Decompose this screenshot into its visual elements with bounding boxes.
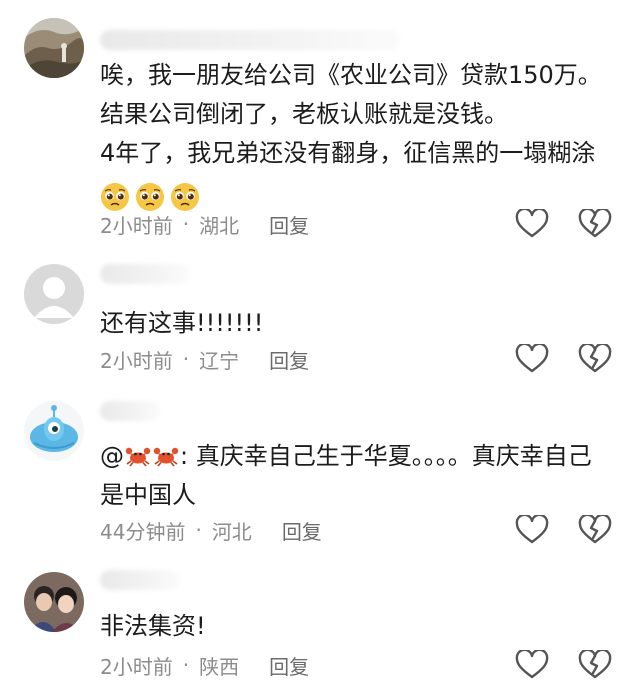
comment-line: 唉，我一朋友给公司《农业公司》贷款150万。 bbox=[100, 61, 602, 89]
comment-1: 唉，我一朋友给公司《农业公司》贷款150万。 结果公司倒闭了，老板认账就是没钱。… bbox=[0, 0, 640, 250]
comment-line: 还有这事!!!!!!! bbox=[100, 309, 264, 337]
username-blurred[interactable] bbox=[100, 30, 400, 50]
comment-line: 4年了，我兄弟还没有翻身，征信黑的一塌糊涂 bbox=[100, 139, 596, 167]
comment-text: 非法集资! bbox=[100, 607, 620, 646]
comment-text: 唉，我一朋友给公司《农业公司》贷款150万。 结果公司倒闭了，老板认账就是没钱。… bbox=[100, 56, 620, 213]
reply-button[interactable]: 回复 bbox=[269, 210, 309, 239]
username-blurred[interactable] bbox=[100, 570, 180, 590]
user-avatar[interactable] bbox=[24, 18, 84, 78]
emoji-row bbox=[100, 173, 620, 213]
comment-location: 辽宁 bbox=[199, 348, 240, 373]
crab-emoji bbox=[125, 440, 151, 467]
broken-heart-icon[interactable] bbox=[578, 342, 612, 374]
reply-button[interactable]: 回复 bbox=[269, 651, 309, 680]
comment-2: 还有这事!!!!!!! 2小时前 · 辽宁 回复 bbox=[0, 250, 640, 385]
meta-separator: · bbox=[182, 212, 190, 236]
meta-separator: · bbox=[182, 347, 190, 371]
pleading-face-emoji bbox=[100, 182, 130, 212]
comment-meta: 2小时前 · 陕西 回复 bbox=[100, 651, 309, 679]
comment-meta: 44分钟前 · 河北 回复 bbox=[100, 516, 322, 544]
crab-emoji bbox=[153, 440, 179, 467]
broken-heart-icon[interactable] bbox=[578, 207, 612, 239]
pleading-face-emoji bbox=[135, 182, 165, 212]
comment-meta: 2小时前 · 辽宁 回复 bbox=[100, 345, 309, 373]
comment-location: 陕西 bbox=[199, 654, 240, 679]
heart-outline-icon[interactable] bbox=[515, 207, 549, 239]
reply-button[interactable]: 回复 bbox=[282, 516, 322, 545]
comment-meta: 2小时前 · 湖北 回复 bbox=[100, 210, 309, 238]
comment-location: 河北 bbox=[211, 519, 252, 544]
comment-line: 结果公司倒闭了，老板认账就是没钱。 bbox=[100, 100, 508, 128]
username-blurred[interactable] bbox=[100, 264, 190, 284]
comment-time: 2小时前 bbox=[100, 213, 173, 238]
meta-separator: · bbox=[195, 518, 202, 542]
comment-line: 是中国人 bbox=[100, 481, 196, 509]
comment-text: @ : 真庆幸自己生于华夏。。。。真庆幸自己 是中国人 bbox=[100, 437, 620, 515]
pleading-face-emoji bbox=[170, 182, 200, 212]
comment-time: 44分钟前 bbox=[100, 519, 186, 544]
heart-outline-icon[interactable] bbox=[515, 513, 549, 545]
heart-outline-icon[interactable] bbox=[515, 648, 549, 680]
username-blurred[interactable] bbox=[100, 401, 160, 421]
comment-text: 还有这事!!!!!!! bbox=[100, 304, 620, 343]
mention-prefix[interactable]: @ bbox=[100, 442, 124, 470]
comment-location: 湖北 bbox=[199, 213, 240, 238]
broken-heart-icon[interactable] bbox=[578, 648, 612, 680]
user-avatar[interactable] bbox=[24, 401, 84, 461]
reply-button[interactable]: 回复 bbox=[269, 345, 309, 374]
comment-line-rest: : 真庆幸自己生于华夏。。。。真庆幸自己 bbox=[180, 442, 592, 470]
comment-line: @ : 真庆幸自己生于华夏。。。。真庆幸自己 bbox=[100, 437, 620, 476]
heart-outline-icon[interactable] bbox=[515, 342, 549, 374]
comment-line: 非法集资! bbox=[100, 612, 206, 640]
comment-3: @ : 真庆幸自己生于华夏。。。。真庆幸自己 是中国人 44分钟前 · 河北 回复 bbox=[0, 385, 640, 565]
comment-4: 非法集资! 2小时前 · 陕西 回复 bbox=[0, 565, 640, 700]
comment-time: 2小时前 bbox=[100, 348, 173, 373]
user-avatar[interactable] bbox=[24, 572, 84, 632]
user-avatar[interactable] bbox=[24, 264, 84, 324]
comment-time: 2小时前 bbox=[100, 654, 173, 679]
broken-heart-icon[interactable] bbox=[578, 513, 612, 545]
meta-separator: · bbox=[182, 653, 190, 677]
